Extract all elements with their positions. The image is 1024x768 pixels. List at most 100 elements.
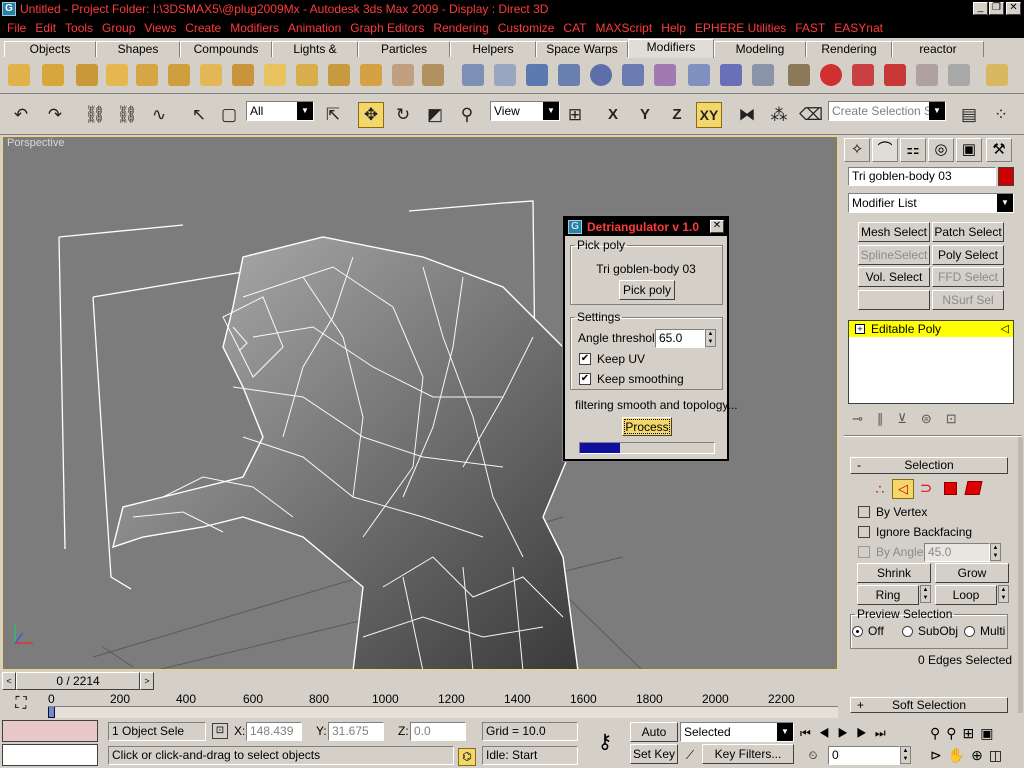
create-tab-icon[interactable]: ✧ (844, 138, 870, 162)
z-coord-input[interactable]: 0.0 (410, 722, 466, 741)
mirror-icon[interactable]: ⧓ (734, 102, 760, 128)
sphere-modifier-icon[interactable] (820, 64, 842, 86)
by-angle-checkbox[interactable] (858, 546, 870, 558)
taper-modifier-icon[interactable] (42, 64, 64, 86)
menu-rendering[interactable]: Rendering (431, 18, 490, 38)
unwrap-uvw-modifier-icon[interactable] (558, 64, 580, 86)
process-button[interactable]: Process (622, 417, 672, 436)
select-and-move-icon[interactable]: ✥ (358, 102, 384, 128)
relax-modifier-icon[interactable] (232, 64, 254, 86)
pick-poly-button[interactable]: Pick poly (619, 280, 675, 300)
unlink-icon[interactable]: ⛓ (114, 102, 140, 128)
patch-select-button[interactable]: Patch Select (932, 222, 1004, 242)
hair-modifier-icon[interactable] (948, 64, 970, 86)
redo-icon[interactable]: ↷ (42, 102, 68, 128)
set-key-icon[interactable]: ⚷ (588, 728, 622, 756)
menu-maxscript[interactable]: MAXScript (594, 18, 655, 38)
wave-modifier-icon[interactable] (296, 64, 318, 86)
layer-manager-icon[interactable]: ▤ (956, 102, 982, 128)
angle-threshold-spinner[interactable]: ▲ ▼ (705, 329, 716, 347)
mini-curve-editor-icon[interactable]: ⛶ (8, 692, 34, 716)
select-and-scale-icon[interactable]: ◩ (422, 102, 448, 128)
mesh-select-button[interactable]: Mesh Select (858, 222, 930, 242)
cylinder-modifier-icon[interactable] (622, 64, 644, 86)
menu-tools[interactable]: Tools (63, 18, 95, 38)
motion-tab-icon[interactable]: ◎ (928, 138, 954, 162)
push-modifier-icon[interactable] (200, 64, 222, 86)
preview-subobj-radio[interactable] (902, 626, 913, 637)
poly-select-button[interactable]: Poly Select (932, 245, 1004, 265)
preview-multi-radio[interactable] (964, 626, 975, 637)
tab-particles[interactable]: Particles (358, 41, 450, 57)
time-slider-thumb[interactable]: 0 / 2214 (16, 672, 140, 690)
key-mode-dropdown[interactable]: Selected ▼ (680, 722, 794, 742)
stretch-modifier-icon[interactable] (136, 64, 158, 86)
ffd-select-button[interactable]: FFD Select (932, 267, 1004, 287)
close-button[interactable]: ✕ (1006, 2, 1021, 15)
slice-modifier-icon[interactable] (360, 64, 382, 86)
shell-modifier-icon[interactable] (752, 64, 774, 86)
menu-graph-editors[interactable]: Graph Editors (348, 18, 426, 38)
tab-reactor[interactable]: reactor (892, 41, 984, 57)
skew-modifier-icon[interactable] (328, 64, 350, 86)
loop-button[interactable]: Loop (935, 585, 997, 605)
menu-fast[interactable]: FAST (793, 18, 827, 38)
soft-selection-rollout-header[interactable]: + Soft Selection (850, 697, 1008, 713)
auto-key-button[interactable]: Auto Key (630, 722, 678, 757)
displace-modifier-icon[interactable] (494, 64, 516, 86)
menu-create[interactable]: Create (183, 18, 223, 38)
selection-rollout-header[interactable]: - Selection (850, 457, 1008, 474)
element-mode-icon[interactable] (964, 481, 983, 495)
lattice-modifier-icon[interactable] (422, 64, 444, 86)
material-editor-icon[interactable]: ⁘ (988, 102, 1014, 128)
object-color-swatch[interactable] (998, 167, 1014, 186)
menu-cat[interactable]: CAT (561, 18, 588, 38)
loop-spinner[interactable]: ▲ ▼ (998, 585, 1009, 603)
modifier-stack-list[interactable]: + Editable Poly ◁ (848, 320, 1014, 404)
maxscript-listener-mini[interactable] (2, 720, 98, 742)
time-slider-next-icon[interactable]: > (140, 672, 154, 690)
tab-lights-cameras[interactable]: Lights & Cameras (272, 41, 358, 70)
shrink-button[interactable]: Shrink (857, 563, 931, 583)
preview-off-radio[interactable] (852, 626, 863, 637)
expand-icon[interactable]: + (855, 324, 865, 334)
noise-modifier-icon[interactable] (106, 64, 128, 86)
tab-modifiers[interactable]: Modifiers (628, 39, 714, 58)
stack-item-editable-poly[interactable]: + Editable Poly ◁ (849, 321, 1013, 337)
select-and-link-icon[interactable]: ⛓ (82, 102, 108, 128)
uvw-map-modifier-icon[interactable] (526, 64, 548, 86)
nsurf-sel-button[interactable]: NSurf Sel (932, 290, 1004, 310)
border-mode-icon[interactable]: ⊃ (916, 479, 936, 499)
bind-space-warp-icon[interactable]: ∿ (146, 102, 172, 128)
tab-space-warps[interactable]: Space Warps (536, 41, 628, 57)
menu-group[interactable]: Group (100, 18, 137, 38)
menu-animation[interactable]: Animation (286, 18, 343, 38)
menu-edit[interactable]: Edit (33, 18, 58, 38)
tab-rendering[interactable]: Rendering (806, 41, 892, 57)
modify-tab-icon[interactable]: ⌒ (872, 138, 898, 162)
add-time-tag-icon[interactable]: ⌬ (458, 748, 476, 766)
tab-helpers[interactable]: Helpers (450, 41, 536, 57)
restore-button[interactable]: ❐ (989, 2, 1004, 15)
spline-select-button[interactable]: SplineSelect (858, 245, 930, 265)
x-coord-input[interactable]: 148.439 (246, 722, 302, 741)
menu-file[interactable]: File (5, 18, 28, 38)
undo-icon[interactable]: ↶ (8, 102, 34, 128)
menu-ephere-utilities[interactable]: EPHERE Utilities (693, 18, 788, 38)
object-name-input[interactable]: Tri goblen-body 03 (848, 167, 996, 186)
modifier-list-dropdown[interactable]: Modifier List ▼ (848, 193, 1014, 213)
display-tab-icon[interactable]: ▣ (956, 138, 982, 162)
tab-objects[interactable]: Objects (4, 41, 96, 57)
dialog-close-button[interactable]: ✕ (710, 220, 724, 233)
vol-select-button[interactable]: Vol. Select (858, 267, 930, 287)
menu-views[interactable]: Views (142, 18, 178, 38)
turbosmooth-modifier-icon[interactable] (720, 64, 742, 86)
ring-spinner[interactable]: ▲ ▼ (920, 585, 931, 603)
by-angle-input[interactable]: 45.0 (924, 543, 990, 562)
squeeze-modifier-icon[interactable] (168, 64, 190, 86)
empty-modifier-button[interactable] (858, 290, 930, 310)
keep-smoothing-checkbox[interactable]: ✔ (579, 373, 591, 385)
xform-modifier-icon[interactable] (392, 64, 414, 86)
angle-threshold-input[interactable]: 65.0 (655, 329, 705, 348)
current-frame-input[interactable]: 0 (828, 746, 900, 765)
